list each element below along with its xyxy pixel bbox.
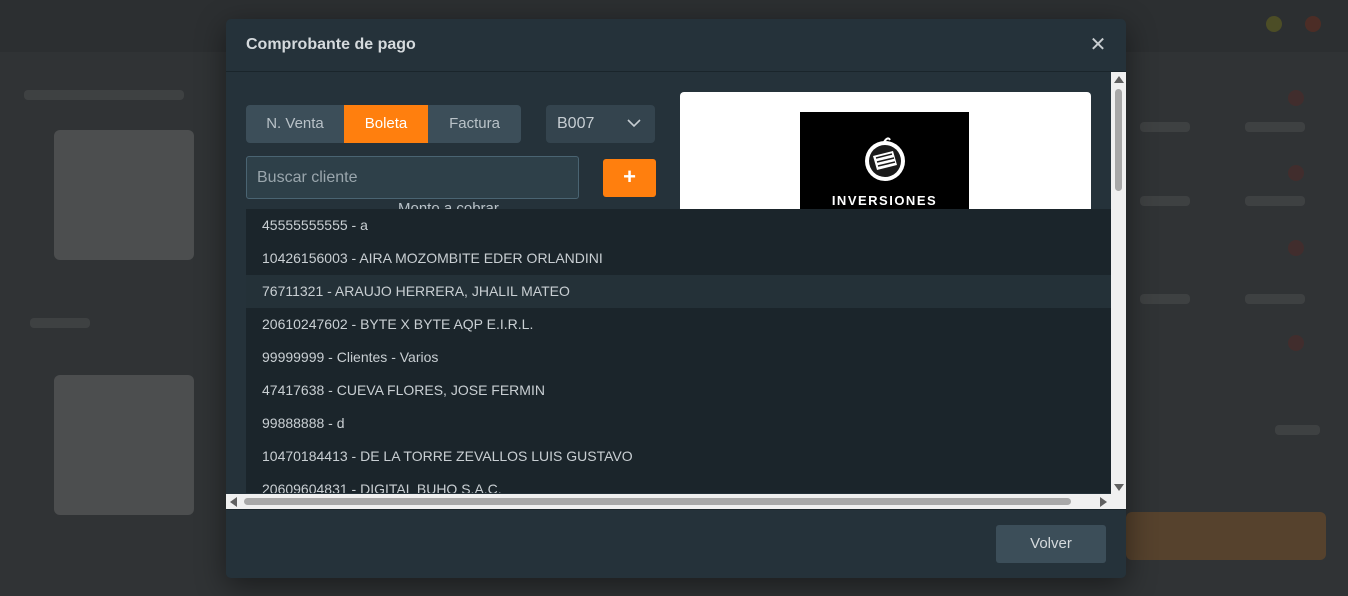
modal-footer: Volver: [226, 509, 1126, 578]
add-client-button[interactable]: +: [603, 159, 656, 197]
payment-receipt-modal: Comprobante de pago ✕ N. Venta Boleta Fa…: [226, 19, 1126, 578]
client-search-input[interactable]: [246, 156, 579, 199]
series-select-value: B007: [557, 115, 595, 132]
client-dropdown-list: 45555555555 - a 10426156003 - AIRA MOZOM…: [246, 209, 1112, 493]
doc-type-nota-venta-button[interactable]: N. Venta: [246, 105, 344, 143]
client-option[interactable]: 20610247602 - BYTE X BYTE AQP E.I.R.L.: [246, 308, 1112, 341]
vertical-scrollbar[interactable]: [1111, 72, 1126, 495]
client-option[interactable]: 10426156003 - AIRA MOZOMBITE EDER ORLAND…: [246, 242, 1112, 275]
document-type-selector: N. Venta Boleta Factura: [246, 105, 521, 143]
vertical-scroll-thumb[interactable]: [1115, 89, 1122, 191]
modal-header: Comprobante de pago ✕: [226, 19, 1126, 72]
series-select[interactable]: B007: [546, 105, 655, 143]
client-option[interactable]: 20609604831 - DIGITAL BUHO S.A.C.: [246, 473, 1112, 493]
scroll-up-arrow-icon[interactable]: [1114, 76, 1124, 83]
modal-body: N. Venta Boleta Factura B007 Monto a cob…: [226, 72, 1126, 509]
logo-emblem-icon: [865, 137, 905, 181]
logo-text: INVERSIONES: [831, 193, 938, 208]
doc-type-boleta-button[interactable]: Boleta: [344, 105, 428, 143]
client-option[interactable]: 99888888 - d: [246, 407, 1112, 440]
scroll-corner: [1111, 494, 1126, 509]
scroll-left-arrow-icon[interactable]: [230, 497, 237, 507]
scroll-down-arrow-icon[interactable]: [1114, 484, 1124, 491]
client-option[interactable]: 47417638 - CUEVA FLORES, JOSE FERMIN: [246, 374, 1112, 407]
horizontal-scroll-thumb[interactable]: [244, 498, 1071, 505]
chevron-down-icon: [627, 119, 641, 128]
scroll-right-arrow-icon[interactable]: [1100, 497, 1107, 507]
back-button[interactable]: Volver: [996, 525, 1106, 563]
client-option[interactable]: 45555555555 - a: [246, 209, 1112, 242]
horizontal-scrollbar[interactable]: [226, 494, 1111, 509]
client-option[interactable]: 10470184413 - DE LA TORRE ZEVALLOS LUIS …: [246, 440, 1112, 473]
doc-type-factura-button[interactable]: Factura: [428, 105, 521, 143]
client-option[interactable]: 76711321 - ARAUJO HERRERA, JHALIL MATEO: [246, 275, 1112, 308]
close-icon[interactable]: ✕: [1088, 35, 1108, 55]
client-option[interactable]: 99999999 - Clientes - Varios: [246, 341, 1112, 374]
modal-title: Comprobante de pago: [246, 36, 416, 53]
company-logo: INVERSIONES: [800, 112, 969, 222]
